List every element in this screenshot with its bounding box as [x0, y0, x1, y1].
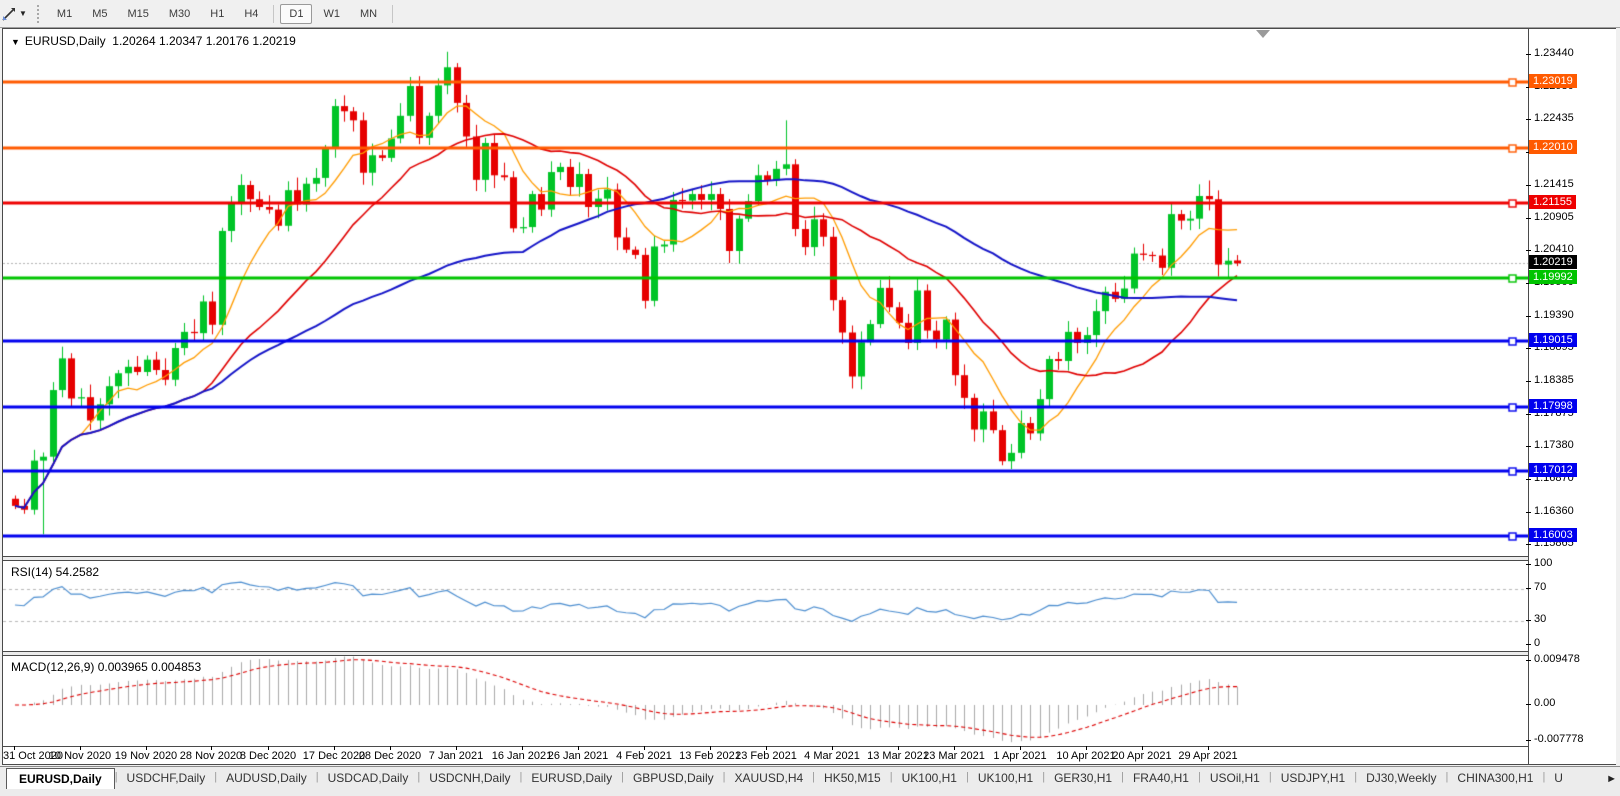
- timeframe-toolbar: ▼ M1 M5 M15 M30 H1 H4 D1 W1 MN: [0, 0, 1620, 28]
- macd-pane: [3, 656, 1528, 746]
- tab-scroll-right-icon[interactable]: ►: [1606, 773, 1617, 785]
- chart-tab-usdchf-daily[interactable]: USDCHF,Daily: [118, 768, 215, 788]
- chart-tab-usoil-h1[interactable]: USOil,H1: [1201, 768, 1269, 788]
- chart-tab-usdcad-daily[interactable]: USDCAD,Daily: [319, 768, 418, 788]
- timeframe-button-m15[interactable]: M15: [118, 4, 157, 24]
- chart-title: ▼ EURUSD,Daily 1.20264 1.20347 1.20176 1.…: [11, 34, 296, 48]
- chart-collapse-icon[interactable]: ▼: [11, 37, 20, 47]
- macd-canvas[interactable]: [3, 656, 1528, 746]
- timeframe-button-d1[interactable]: D1: [280, 3, 313, 24]
- timeframe-button-m1[interactable]: M1: [48, 4, 81, 24]
- chart-tab-china300-h1[interactable]: CHINA300,H1: [1448, 768, 1542, 788]
- timeframe-button-w1[interactable]: W1: [314, 4, 349, 24]
- chart-tab-ger30-h1[interactable]: GER30,H1: [1045, 768, 1121, 788]
- chart-tab-bar: EURUSD,Daily | USDCHF,Daily | AUDUSD,Daily | U…: [0, 766, 1620, 796]
- chart-tab-xauusd-h4[interactable]: XAUUSD,H4: [725, 768, 812, 788]
- chart-tab-eurusd-daily[interactable]: EURUSD,Daily: [522, 768, 621, 788]
- timeframe-button-h1[interactable]: H1: [201, 4, 233, 24]
- pane-divider[interactable]: [3, 556, 1615, 557]
- toolbar-grip-handle[interactable]: [36, 4, 39, 23]
- chart-tab-eurusd-daily[interactable]: EURUSD,Daily: [6, 768, 115, 789]
- chart-tab-gbpusd-daily[interactable]: GBPUSD,Daily: [624, 768, 723, 788]
- timeframe-button-m30[interactable]: M30: [160, 4, 199, 24]
- rsi-pane: [3, 561, 1528, 651]
- line-studies-icon[interactable]: [1, 6, 17, 22]
- chart-symbol-period: EURUSD,Daily: [24, 34, 106, 48]
- chart-shift-marker[interactable]: [1256, 30, 1270, 38]
- timeframe-button-h4[interactable]: H4: [235, 4, 267, 24]
- chart-tab-uk100-h1[interactable]: UK100,H1: [893, 768, 966, 788]
- pane-divider[interactable]: [3, 651, 1615, 652]
- chart-tab-dj30-weekly[interactable]: DJ30,Weekly: [1357, 768, 1445, 788]
- chart-tab-usdjpy-h1[interactable]: USDJPY,H1: [1272, 768, 1354, 788]
- chart-tab-hk50-m15[interactable]: HK50,M15: [815, 768, 890, 788]
- timeframe-buttons: M1 M5 M15 M30 H1 H4 D1 W1 MN: [47, 3, 398, 24]
- macd-indicator-label: MACD(12,26,9) 0.003965 0.004853: [11, 660, 202, 674]
- chart-tab-u[interactable]: U: [1545, 768, 1572, 788]
- timeframe-button-m5[interactable]: M5: [83, 4, 116, 24]
- mt4-terminal: ▼ M1 M5 M15 M30 H1 H4 D1 W1 MN ▼ EURUSD,Daily 1.2…: [0, 0, 1620, 796]
- chart-tab-audusd-daily[interactable]: AUDUSD,Daily: [217, 768, 316, 788]
- price-axis-column[interactable]: [1528, 29, 1616, 764]
- chart-window: ▼ EURUSD,Daily 1.20264 1.20347 1.20176 1.…: [2, 28, 1616, 765]
- chart-ohlc-values: 1.20264 1.20347 1.20176 1.20219: [112, 34, 296, 48]
- chart-tab-fra40-h1[interactable]: FRA40,H1: [1124, 768, 1198, 788]
- rsi-indicator-label: RSI(14) 54.2582: [11, 565, 100, 579]
- main-price-pane: [3, 29, 1528, 556]
- toolbar-separator: [392, 4, 394, 23]
- date-axis-strip[interactable]: [3, 747, 1528, 764]
- line-studies-dropdown-icon[interactable]: ▼: [19, 9, 27, 18]
- main-chart-canvas[interactable]: [3, 29, 1528, 556]
- rsi-canvas[interactable]: [3, 561, 1528, 651]
- timeframe-button-mn[interactable]: MN: [351, 4, 386, 24]
- chart-tab-uk100-h1[interactable]: UK100,H1: [969, 768, 1042, 788]
- chart-tab-usdcnh-daily[interactable]: USDCNH,Daily: [420, 768, 519, 788]
- toolbar-separator: [273, 4, 275, 23]
